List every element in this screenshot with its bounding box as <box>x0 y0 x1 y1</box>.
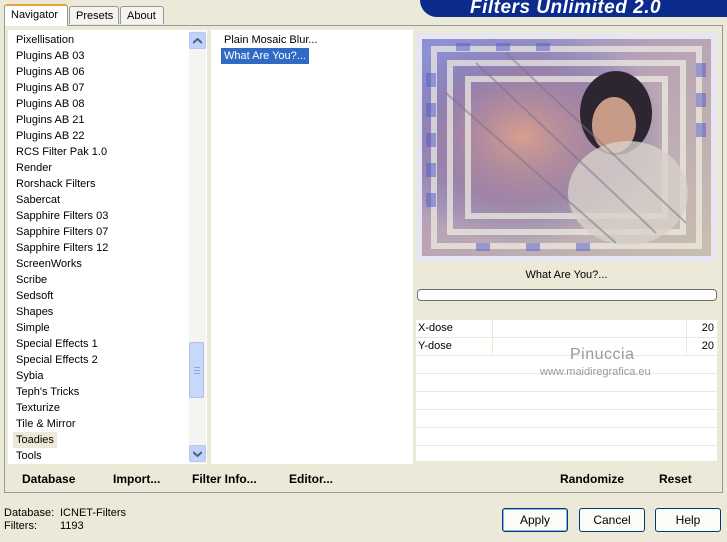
tab-about[interactable]: About <box>120 6 164 24</box>
filter-info-button[interactable]: Filter Info... <box>192 472 257 486</box>
status-database-label: Database: <box>4 507 55 519</box>
editor-button[interactable]: Editor... <box>289 472 333 486</box>
param-label-xdose: X-dose <box>418 322 453 334</box>
apply-button[interactable]: Apply <box>502 508 568 532</box>
preview-filter-name: What Are You?... <box>525 269 608 281</box>
tab-presets[interactable]: Presets <box>69 6 119 24</box>
category-item[interactable]: Plugins AB 08 <box>13 96 189 112</box>
database-button[interactable]: Database <box>22 472 75 486</box>
category-item[interactable]: RCS Filter Pak 1.0 <box>13 144 189 160</box>
status-filters-label: Filters: <box>4 520 37 532</box>
tab-navigator[interactable]: Navigator <box>4 4 68 26</box>
preview-image <box>416 33 717 262</box>
category-item[interactable]: Special Effects 2 <box>13 352 189 368</box>
category-item[interactable]: Rorshack Filters <box>13 176 189 192</box>
cancel-button[interactable]: Cancel <box>579 508 645 532</box>
param-value-xdose: 20 <box>701 322 714 334</box>
scroll-up-icon[interactable] <box>189 32 206 49</box>
scroll-down-icon[interactable] <box>189 445 206 462</box>
category-item[interactable]: Sybia <box>13 368 189 384</box>
randomize-button[interactable]: Randomize <box>560 472 624 486</box>
category-item[interactable]: Render <box>13 160 189 176</box>
param-value-ydose: 20 <box>701 340 714 352</box>
status-filters-value: 1193 <box>60 520 84 532</box>
category-item[interactable]: ScreenWorks <box>13 256 189 272</box>
param-row-empty <box>416 410 717 428</box>
category-item[interactable]: Sedsoft <box>13 288 189 304</box>
category-item[interactable]: Pixellisation <box>13 32 189 48</box>
category-item[interactable]: Tools <box>13 448 189 463</box>
category-item[interactable]: Plugins AB 06 <box>13 64 189 80</box>
category-item[interactable]: Teph's Tricks <box>13 384 189 400</box>
category-item[interactable]: Sapphire Filters 03 <box>13 208 189 224</box>
param-row-empty <box>416 428 717 446</box>
category-item[interactable]: Shapes <box>13 304 189 320</box>
import-button[interactable]: Import... <box>113 472 160 486</box>
category-list[interactable]: Pixellisation Plugins AB 03 Plugins AB 06 P… <box>8 30 207 464</box>
progress-bar <box>417 289 717 301</box>
category-item[interactable]: Sapphire Filters 07 <box>13 224 189 240</box>
filter-list[interactable]: Plain Mosaic Blur... What Are You?... <box>211 30 413 464</box>
category-item[interactable]: Simple <box>13 320 189 336</box>
category-item[interactable]: Plugins AB 22 <box>13 128 189 144</box>
param-label-ydose: Y-dose <box>418 340 452 352</box>
status-database-value: ICNET-Filters <box>60 507 126 519</box>
param-row-xdose[interactable]: X-dose 20 <box>416 320 717 338</box>
app-title-banner: Filters Unlimited 2.0 <box>420 0 727 17</box>
category-item[interactable]: Plugins AB 03 <box>13 48 189 64</box>
category-item[interactable]: Sapphire Filters 12 <box>13 240 189 256</box>
category-item[interactable]: Toadies <box>13 432 57 448</box>
filter-item[interactable]: What Are You?... <box>220 47 310 65</box>
category-item[interactable]: Scribe <box>13 272 189 288</box>
scroll-thumb[interactable] <box>189 342 204 398</box>
app-title: Filters Unlimited 2.0 <box>470 0 662 17</box>
category-item[interactable]: Plugins AB 21 <box>13 112 189 128</box>
category-item[interactable]: Sabercat <box>13 192 189 208</box>
reset-button[interactable]: Reset <box>659 472 692 486</box>
category-item[interactable]: Tile & Mirror <box>13 416 189 432</box>
filter-item[interactable]: Plain Mosaic Blur... <box>221 32 321 48</box>
help-button[interactable]: Help <box>655 508 721 532</box>
param-row-empty <box>416 392 717 410</box>
category-scrollbar[interactable] <box>189 31 206 463</box>
category-item[interactable]: Plugins AB 07 <box>13 80 189 96</box>
param-row-empty <box>416 446 717 462</box>
param-row-ydose[interactable]: Y-dose 20 <box>416 338 717 356</box>
watermark-name: Pinuccia <box>570 346 635 363</box>
category-item[interactable]: Texturize <box>13 400 189 416</box>
watermark-url: www.maidiregrafica.eu <box>540 366 651 378</box>
category-item[interactable]: Special Effects 1 <box>13 336 189 352</box>
